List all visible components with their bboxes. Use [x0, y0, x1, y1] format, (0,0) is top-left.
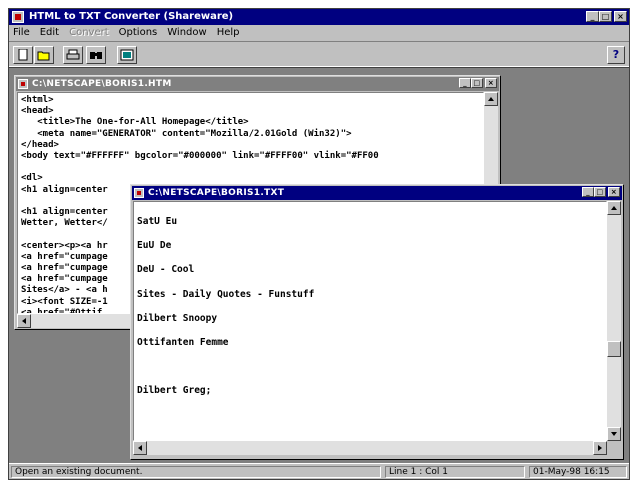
text-line — [137, 373, 603, 385]
status-datetime: 01-May-98 16:15 — [529, 466, 627, 478]
text-line — [137, 301, 603, 313]
text-line — [137, 252, 603, 264]
toolbar: ? — [9, 41, 629, 67]
print-icon[interactable] — [63, 46, 83, 64]
app-title: HTML to TXT Converter (Shareware) — [29, 11, 234, 22]
text-line: EuU De — [137, 240, 172, 252]
menu-window[interactable]: Window — [167, 27, 206, 38]
menu-convert[interactable]: Convert — [69, 27, 109, 38]
txt-output-window[interactable]: C:\NETSCAPE\BORIS1.TXT _ □ × SatU Eu EuU… — [130, 184, 624, 460]
minimize-icon[interactable]: _ — [582, 187, 594, 197]
find-icon[interactable] — [86, 46, 106, 64]
close-icon[interactable]: × — [614, 11, 627, 22]
text-line: <meta name="GENERATOR" content="Mozilla/… — [21, 128, 352, 139]
txt-window-title: C:\NETSCAPE\BORIS1.TXT — [148, 188, 285, 198]
text-line — [137, 361, 603, 373]
menu-options[interactable]: Options — [119, 27, 158, 38]
document-icon[interactable] — [18, 79, 28, 89]
new-icon[interactable] — [13, 46, 33, 64]
html-window-title: C:\NETSCAPE\BORIS1.HTM — [32, 79, 172, 89]
text-line: <title>The One-for-All Homepage</title> — [21, 117, 249, 128]
txt-vertical-scrollbar[interactable] — [607, 201, 621, 441]
document-icon[interactable] — [134, 188, 144, 198]
scroll-right-icon[interactable] — [593, 441, 607, 455]
scroll-left-icon[interactable] — [17, 314, 31, 328]
scroll-thumb[interactable] — [607, 341, 621, 357]
scroll-up-icon[interactable] — [484, 92, 498, 106]
scroll-up-icon[interactable] — [607, 201, 621, 215]
menu-file[interactable]: File — [13, 27, 30, 38]
close-icon[interactable]: × — [485, 78, 497, 88]
text-line: DeU - Cool — [137, 264, 195, 276]
menu-edit[interactable]: Edit — [40, 27, 59, 38]
menu-help[interactable]: Help — [217, 27, 240, 38]
txt-output-text[interactable]: SatU Eu EuU De DeU - Cool Sites - Daily … — [133, 201, 607, 441]
app-icon[interactable] — [12, 11, 24, 23]
text-line: </head> — [21, 139, 59, 150]
text-line — [137, 204, 603, 216]
maximize-icon[interactable]: □ — [599, 11, 612, 22]
text-line — [137, 228, 603, 240]
minimize-icon[interactable]: _ — [586, 11, 599, 22]
app-window: HTML to TXT Converter (Shareware) _ □ × … — [8, 8, 630, 480]
text-line: <html> — [21, 95, 54, 105]
status-bar: Open an existing document. Line 1 : Col … — [9, 463, 629, 479]
txt-window-titlebar[interactable]: C:\NETSCAPE\BORIS1.TXT _ □ × — [132, 186, 622, 200]
minimize-icon[interactable]: _ — [459, 78, 471, 88]
close-icon[interactable]: × — [608, 187, 620, 197]
menubar: File Edit Convert Options Window Help — [9, 25, 629, 40]
text-line — [21, 162, 480, 173]
text-line: <body text="#FFFFFF" bgcolor="#000000" l… — [21, 151, 379, 162]
text-line: Dilbert Snoopy — [137, 312, 218, 324]
text-line: SatU Eu — [137, 216, 178, 228]
status-message: Open an existing document. — [11, 466, 381, 478]
text-line — [137, 349, 603, 361]
text-line: Dilbert Greg; — [137, 385, 212, 397]
text-line: Ottifanten Femme — [137, 337, 229, 349]
help-button[interactable]: ? — [607, 46, 625, 64]
app-titlebar[interactable]: HTML to TXT Converter (Shareware) _ □ × — [9, 9, 629, 25]
convert-icon[interactable] — [117, 46, 137, 64]
html-window-titlebar[interactable]: C:\NETSCAPE\BORIS1.HTM _ □ × — [16, 77, 499, 91]
text-line: Sites - Daily Quotes - Funstuff — [137, 288, 315, 300]
maximize-icon[interactable]: □ — [594, 187, 606, 197]
status-position: Line 1 : Col 1 — [385, 466, 525, 478]
mdi-client: C:\NETSCAPE\BORIS1.HTM _ □ × <html> <head… — [9, 67, 629, 463]
text-line: <head> — [21, 106, 54, 117]
text-line: <dl> — [21, 173, 43, 184]
txt-horizontal-scrollbar[interactable] — [133, 441, 607, 455]
text-line — [137, 325, 603, 337]
scroll-left-icon[interactable] — [133, 441, 147, 455]
open-icon[interactable] — [34, 46, 54, 64]
scroll-down-icon[interactable] — [607, 427, 621, 441]
text-line — [137, 277, 603, 289]
maximize-icon[interactable]: □ — [471, 78, 483, 88]
